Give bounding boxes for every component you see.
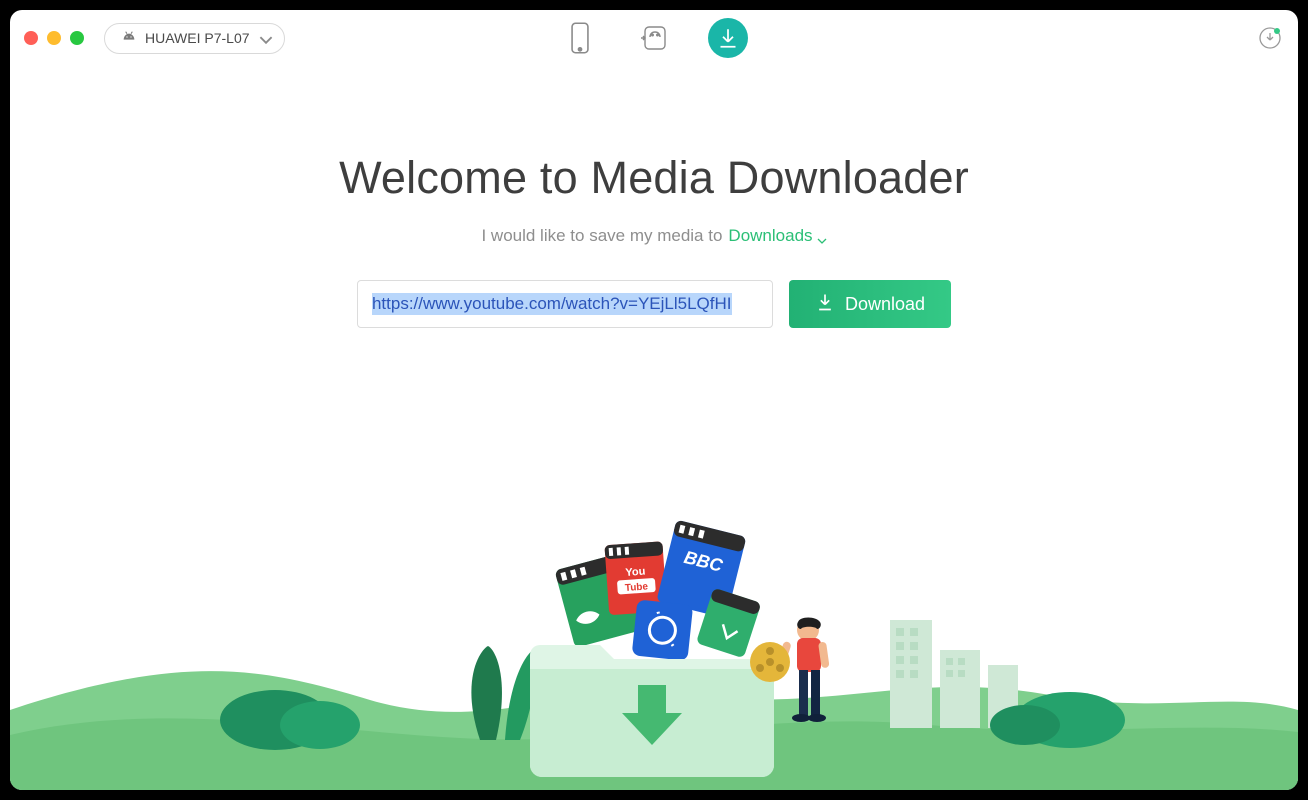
url-input-value: https://www.youtube.com/watch?v=YEjLl5LQ… (372, 293, 732, 315)
download-button[interactable]: Download (789, 280, 951, 328)
nav-media-downloader-tab[interactable] (708, 18, 748, 58)
download-icon (815, 291, 835, 318)
url-row: https://www.youtube.com/watch?v=YEjLl5LQ… (357, 280, 951, 328)
chevron-down-icon (258, 33, 268, 43)
top-nav (560, 18, 748, 58)
svg-text:You: You (625, 566, 646, 579)
download-button-label: Download (845, 294, 925, 315)
device-selector[interactable]: HUAWEI P7-L07 (104, 23, 285, 54)
svg-text:BBC: BBC (682, 547, 726, 576)
downloads-queue-button[interactable] (1256, 24, 1284, 52)
svg-text:Tube: Tube (625, 581, 649, 594)
subtitle-prefix: I would like to save my media to (481, 226, 722, 246)
save-folder-selector[interactable]: Downloads (728, 226, 826, 246)
page-title: Welcome to Media Downloader (339, 152, 969, 204)
main-content: Welcome to Media Downloader I would like… (10, 66, 1298, 328)
minimize-window-button[interactable] (47, 31, 61, 45)
device-label: HUAWEI P7-L07 (145, 30, 250, 46)
app-window: HUAWEI P7-L07 Welcome to Media Downloade… (10, 10, 1298, 790)
chevron-down-icon (817, 231, 827, 241)
subtitle: I would like to save my media to Downloa… (481, 226, 826, 246)
titlebar: HUAWEI P7-L07 (10, 10, 1298, 66)
nav-device-tab[interactable] (560, 18, 600, 58)
save-folder-label: Downloads (728, 226, 812, 246)
illustration: You Tube BBC (10, 470, 1298, 790)
window-controls (24, 31, 84, 45)
nav-android-transfer-tab[interactable] (634, 18, 674, 58)
url-input[interactable]: https://www.youtube.com/watch?v=YEjLl5LQ… (357, 280, 773, 328)
close-window-button[interactable] (24, 31, 38, 45)
fullscreen-window-button[interactable] (70, 31, 84, 45)
android-icon (121, 30, 137, 47)
